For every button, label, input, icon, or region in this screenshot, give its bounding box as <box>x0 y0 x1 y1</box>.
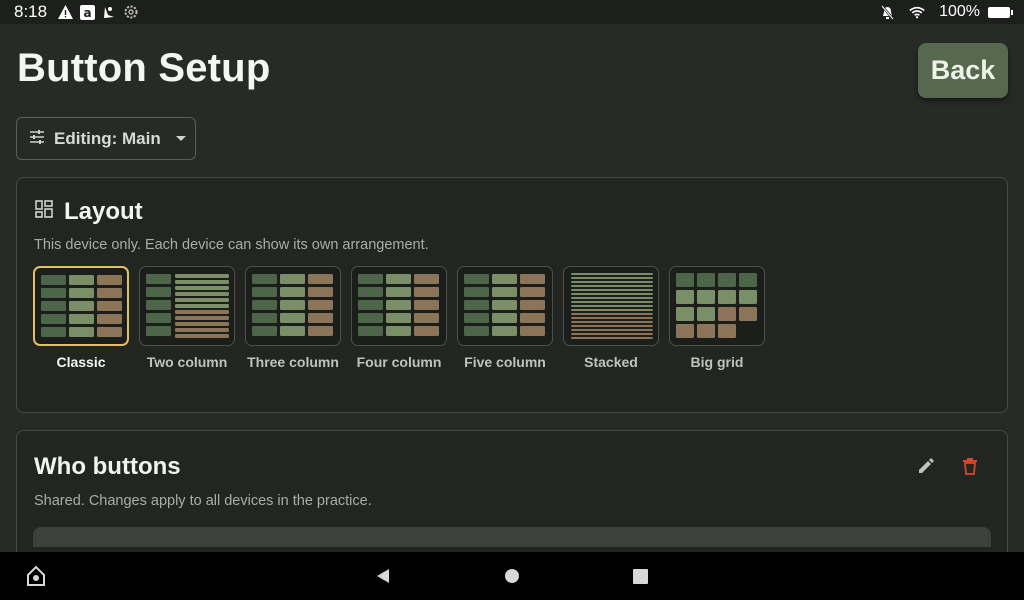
layout-option-big-grid[interactable]: Big grid <box>669 266 765 370</box>
layout-options: Classic Two column Three column Four col… <box>33 266 765 370</box>
amazon-icon: a <box>79 4 95 20</box>
editing-label: Editing: Main <box>54 128 161 148</box>
four-column-layout-preview <box>358 274 439 336</box>
chevron-down-icon <box>175 136 186 141</box>
layout-heading: Layout <box>34 198 143 226</box>
status-bar: 8:18 a 100% <box>0 0 1024 24</box>
layout-label: Stacked <box>584 354 638 370</box>
app-notification-icon <box>101 4 117 20</box>
five-column-layout-preview <box>464 274 545 336</box>
layout-thumb-big-grid <box>669 266 765 346</box>
layout-option-two-column[interactable]: Two column <box>139 266 235 370</box>
back-button[interactable]: Back <box>918 43 1008 98</box>
layout-label: Three column <box>247 354 339 370</box>
layout-title: Layout <box>64 198 143 225</box>
edit-icon[interactable] <box>915 455 937 477</box>
delete-icon[interactable] <box>959 455 981 477</box>
layout-thumb-stacked <box>563 266 659 346</box>
layout-option-three-column[interactable]: Three column <box>245 266 341 370</box>
two-column-layout-preview <box>146 274 229 338</box>
layout-option-stacked[interactable]: Stacked <box>563 266 659 370</box>
layout-card: Layout This device only. Each device can… <box>16 177 1008 413</box>
layout-label: Big grid <box>690 354 744 370</box>
layout-label: Classic <box>56 354 106 370</box>
layout-label: Five column <box>464 354 546 370</box>
layout-option-five-column[interactable]: Five column <box>457 266 553 370</box>
layout-thumb-four-column <box>351 266 447 346</box>
battery-icon <box>988 6 1013 18</box>
layout-thumb-two-column <box>139 266 235 346</box>
classic-layout-preview <box>41 275 122 337</box>
wifi-icon <box>909 4 925 20</box>
navigation-bar <box>0 552 1024 600</box>
big-grid-layout-preview <box>676 273 757 338</box>
settings-icon <box>123 4 139 20</box>
layout-thumb-classic <box>33 266 129 346</box>
who-buttons-title: Who buttons <box>34 453 181 480</box>
warning-icon <box>57 4 73 20</box>
battery-percent: 100% <box>939 3 980 20</box>
three-column-layout-preview <box>252 274 333 336</box>
page-title: Button Setup <box>17 46 271 90</box>
who-buttons-subtitle: Shared. Changes apply to all devices in … <box>34 493 372 509</box>
layout-subtitle: This device only. Each device can show i… <box>34 237 429 253</box>
nav-home-icon[interactable] <box>499 552 525 600</box>
who-buttons-list <box>33 527 991 547</box>
layout-thumb-five-column <box>457 266 553 346</box>
home-launcher-icon[interactable] <box>22 552 50 600</box>
editing-dropdown[interactable]: Editing: Main <box>16 117 196 160</box>
layout-option-four-column[interactable]: Four column <box>351 266 447 370</box>
stacked-layout-preview <box>571 273 653 339</box>
layout-option-classic[interactable]: Classic <box>33 266 129 370</box>
tune-icon <box>29 129 45 149</box>
dashboard-icon <box>34 198 54 226</box>
card-tools <box>915 455 981 477</box>
layout-label: Four column <box>356 354 442 370</box>
layout-thumb-three-column <box>245 266 341 346</box>
svg-text:a: a <box>83 6 91 20</box>
status-time: 8:18 <box>14 2 48 21</box>
layout-label: Two column <box>146 354 228 370</box>
nav-recents-icon[interactable] <box>627 552 653 600</box>
nav-back-icon[interactable] <box>370 552 396 600</box>
notifications-off-icon <box>879 4 895 20</box>
